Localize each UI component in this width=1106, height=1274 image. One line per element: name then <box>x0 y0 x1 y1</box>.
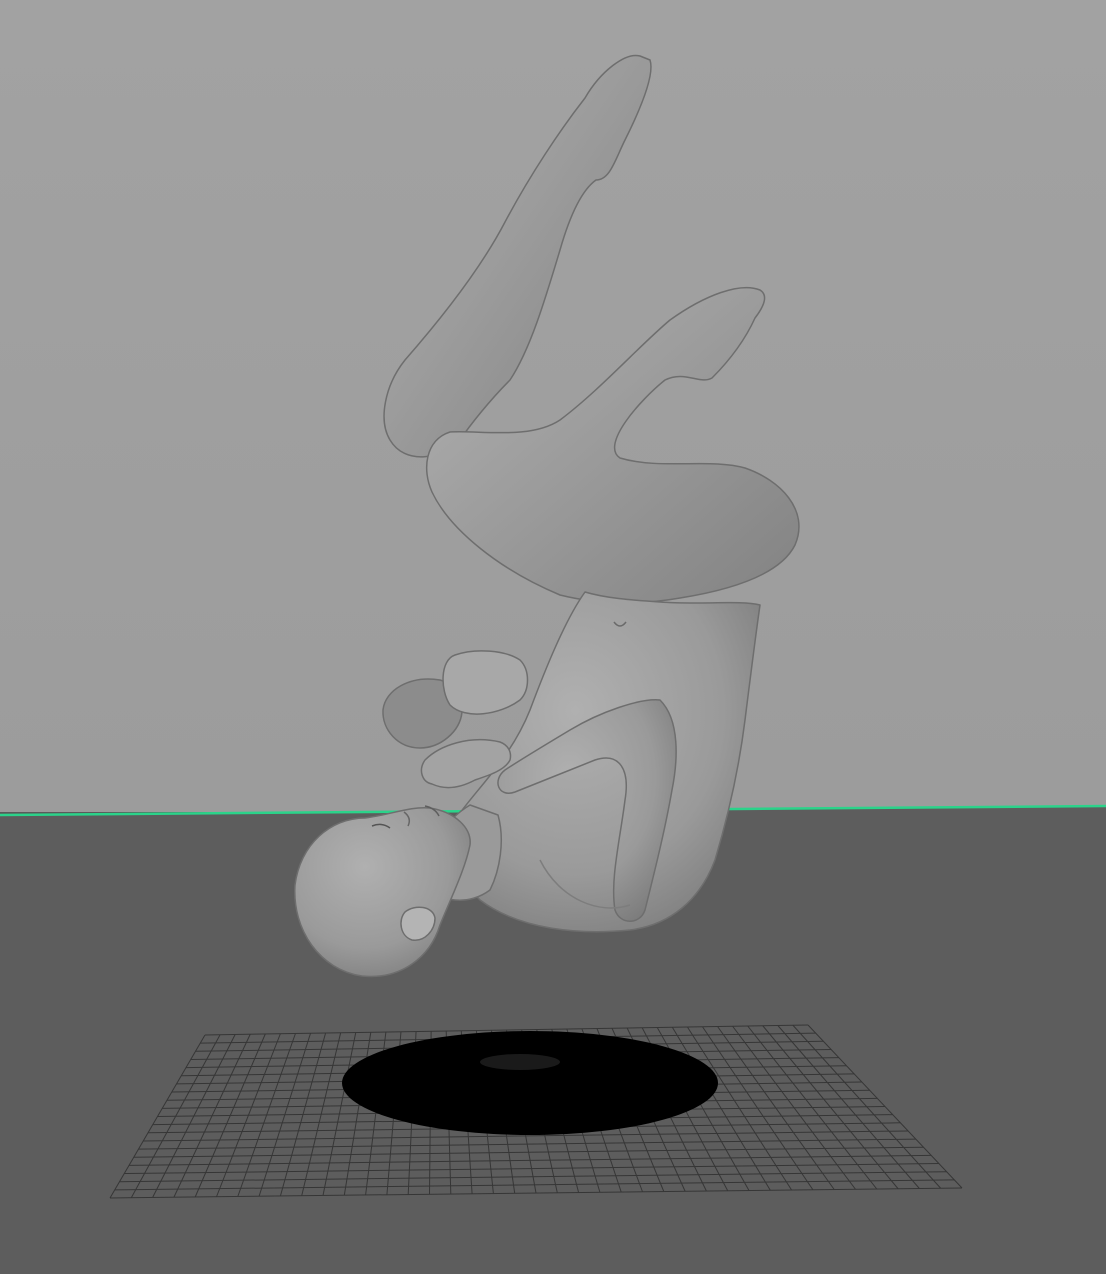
3d-viewport[interactable] <box>0 0 1106 1274</box>
viewport-canvas[interactable] <box>0 0 1106 1274</box>
contact-shadow <box>342 1031 718 1135</box>
